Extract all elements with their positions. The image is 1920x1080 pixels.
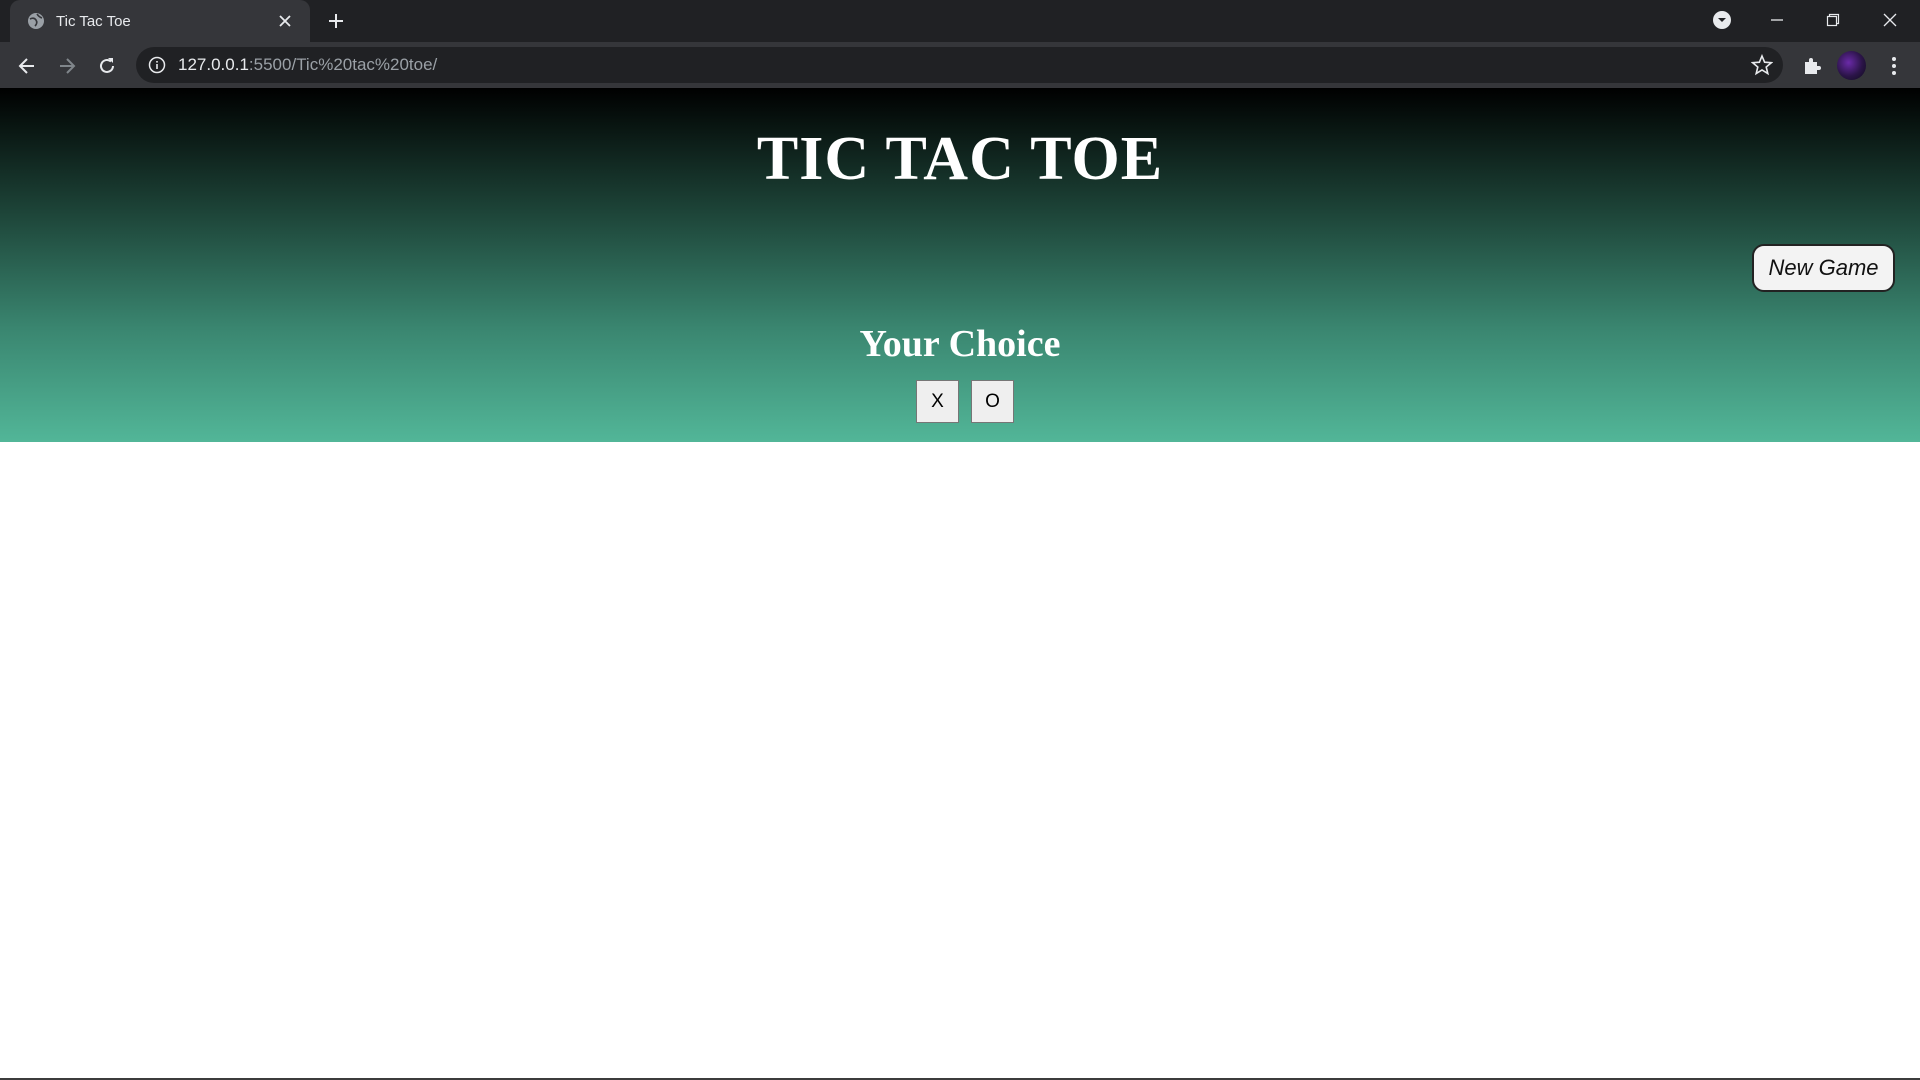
back-arrow-icon[interactable] [10,49,44,83]
new-game-button[interactable]: New Game [1752,244,1895,292]
page-title: TIC TAC TOE [756,125,1164,193]
game-header: TIC TAC TOE New Game Your Choice X O [0,88,1920,442]
plus-icon[interactable] [322,8,350,34]
url-text: 127.0.0.1:5500/Tic%20tac%20toe/ [178,47,437,83]
choice-o-button[interactable]: O [971,380,1014,423]
choice-x-button[interactable]: X [916,380,959,423]
reload-icon[interactable] [90,49,124,83]
close-icon[interactable] [274,10,296,32]
browser-tab[interactable]: Tic Tac Toe [10,0,310,42]
url-host: 127.0.0.1 [178,55,249,74]
address-bar[interactable]: 127.0.0.1:5500/Tic%20tac%20toe/ [136,47,1783,83]
puzzle-icon[interactable] [1797,51,1827,81]
tab-search-icon[interactable] [1694,0,1750,40]
browser-toolbar: 127.0.0.1:5500/Tic%20tac%20toe/ [0,42,1920,88]
forward-arrow-icon[interactable] [50,49,84,83]
tab-strip: Tic Tac Toe [0,0,1920,42]
url-path: :5500/Tic%20tac%20toe/ [248,55,438,74]
choice-heading: Your Choice [859,323,1061,365]
minimize-icon[interactable] [1749,0,1805,40]
avatar[interactable] [1837,51,1866,80]
star-icon[interactable] [1750,53,1774,76]
restore-icon[interactable] [1805,0,1861,40]
info-icon[interactable] [148,56,166,74]
globe-icon [26,11,46,31]
kebab-menu-icon[interactable] [1879,51,1909,81]
page-content: TIC TAC TOE New Game Your Choice X O [0,88,1920,1080]
tab-title: Tic Tac Toe [56,12,131,30]
window-close-icon[interactable] [1862,0,1918,40]
